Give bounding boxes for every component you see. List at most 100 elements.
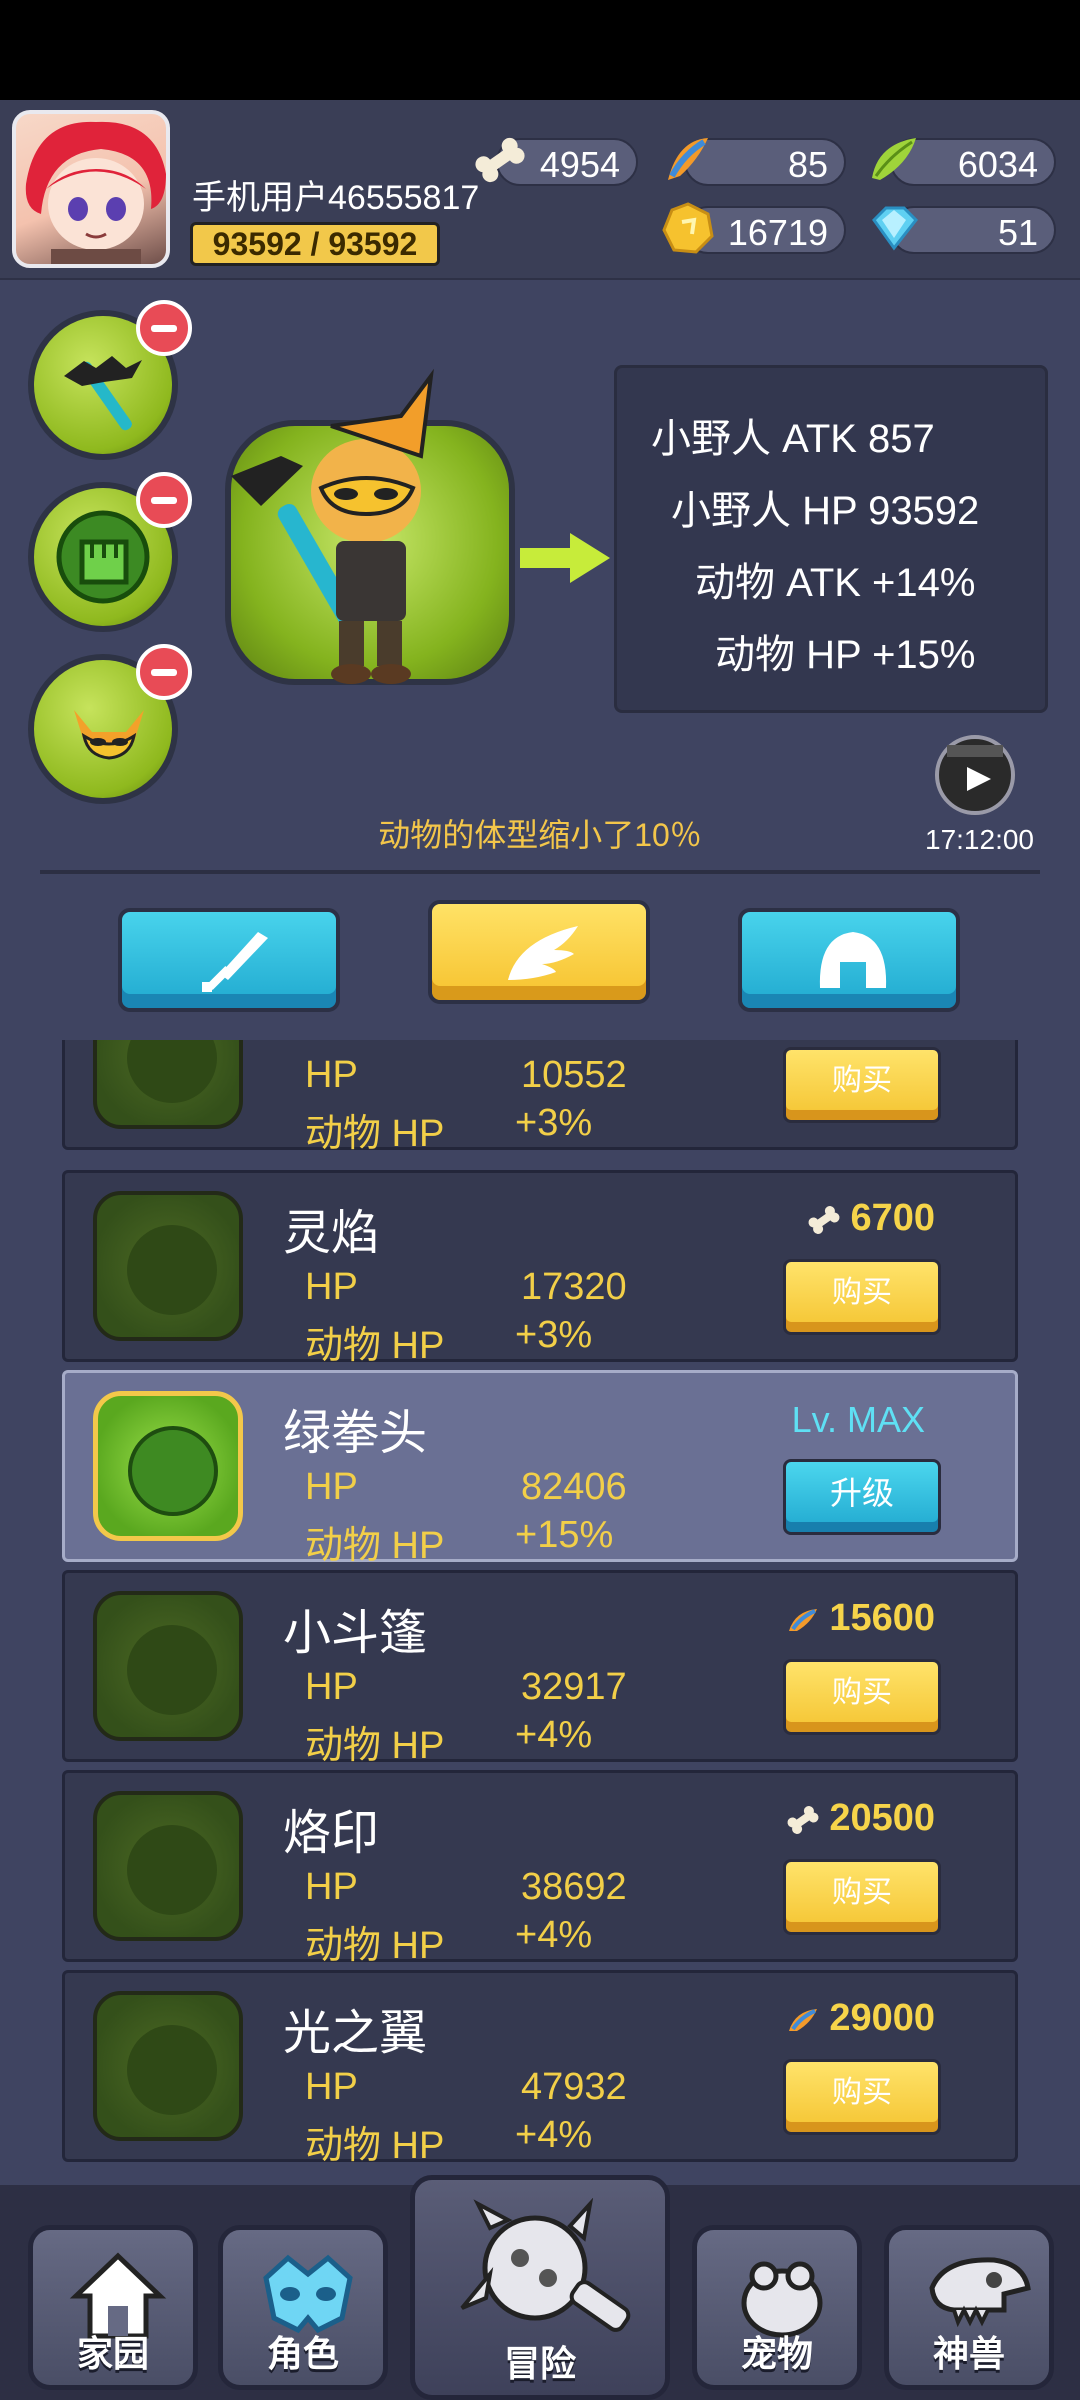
watch-ad-button[interactable] — [935, 735, 1015, 815]
diamond-resource: 51 — [872, 206, 1056, 254]
nav-home[interactable]: 家园 — [28, 2225, 198, 2390]
item-level: Lv. MAX — [791, 1399, 925, 1440]
item-hp-label: HP — [305, 1266, 358, 1308]
tab-wings[interactable] — [428, 900, 650, 1004]
list-item[interactable]: 光之翼 HP 47932 动物 HP +4% 29000 购买 — [62, 1970, 1018, 2165]
item-hp-value: 82406 — [521, 1466, 627, 1508]
item-price-value: 6700 — [850, 1197, 935, 1239]
item-hp-label: HP — [305, 1054, 358, 1096]
upgrade-button[interactable]: 升级 — [783, 1459, 941, 1535]
item-name: 小斗篷 — [283, 1607, 428, 1660]
item-name: 灵焰 — [283, 1207, 380, 1260]
green-feather-resource: 6034 — [872, 138, 1056, 186]
item-thumbnail — [93, 1591, 243, 1741]
hero-character-icon — [231, 368, 434, 684]
item-hp-value: 47932 — [521, 2066, 627, 2108]
nav-home-label: 家园 — [76, 2333, 149, 2374]
flame-silhouette-icon — [127, 1225, 217, 1315]
orange-feather-icon — [789, 2008, 818, 2031]
item-animal-hp-label: 动物 HP — [305, 1113, 445, 1155]
item-animal-hp-value: +4% — [515, 2114, 593, 2156]
item-hp-label: HP — [305, 1866, 358, 1908]
bone-value: 4954 — [539, 144, 620, 185]
item-animal-hp-value: +3% — [515, 1314, 593, 1356]
item-name: 绿拳头 — [283, 1407, 428, 1460]
nav-beasts-label: 神兽 — [932, 2333, 1005, 2374]
list-item-selected[interactable]: 绿拳头 HP 82406 动物 HP +15% Lv. MAX 升级 — [62, 1370, 1018, 1567]
brand-mark-silhouette-icon — [127, 1825, 217, 1915]
green-fist-icon — [128, 1426, 218, 1516]
item-animal-hp-value: +4% — [515, 1714, 593, 1756]
nav-pets-label: 宠物 — [740, 2333, 813, 2374]
helmet-icon — [819, 932, 887, 988]
wing-icon — [508, 926, 578, 980]
bone-icon — [475, 137, 525, 183]
nav-adventure-label: 冒险 — [503, 2343, 576, 2384]
orange-feather-value: 85 — [787, 144, 828, 185]
orange-feather-icon — [668, 138, 708, 180]
item-price: 20500 — [785, 1797, 935, 1840]
size-notice: 动物的体型缩小了10％ — [378, 817, 702, 853]
item-thumbnail — [93, 1391, 243, 1541]
divider — [40, 870, 1040, 874]
gold-value: 16719 — [727, 212, 828, 253]
item-hp-value: 17320 — [521, 1266, 627, 1308]
item-thumbnail — [93, 1191, 243, 1341]
list-item[interactable]: 烙印 HP 38692 动物 HP +4% 20500 购买 — [62, 1770, 1018, 1967]
tab-helmet[interactable] — [738, 908, 960, 1012]
nav-character-label: 角色 — [266, 2333, 339, 2374]
bone-icon — [808, 1205, 840, 1234]
arrow-right-icon — [520, 533, 610, 583]
hero-hp-stat: 小野人 HP 93592 — [671, 489, 980, 533]
item-animal-hp-value: +3% — [515, 1102, 593, 1144]
tab-weapon[interactable] — [118, 908, 340, 1012]
animal-atk-stat: 动物 ATK +14% — [695, 561, 976, 605]
list-item[interactable]: 小斗篷 HP 32917 动物 HP +4% 15600 购买 — [62, 1570, 1018, 1767]
item-hp-value: 38692 — [521, 1866, 627, 1908]
item-thumbnail — [93, 1991, 243, 2141]
buy-button[interactable]: 购买 — [783, 1259, 941, 1335]
cape-silhouette-icon — [127, 1625, 217, 1715]
locked-item-icon — [127, 1040, 217, 1103]
buy-button[interactable]: 购买 — [783, 1047, 941, 1123]
unequip-armor-button[interactable] — [136, 472, 192, 528]
item-animal-hp-label: 动物 HP — [305, 1325, 445, 1367]
animal-hp-stat: 动物 HP +15% — [715, 633, 976, 677]
item-price: 15600 — [785, 1597, 935, 1640]
equipment-list: HP 10552 动物 HP +3% 购买 灵焰 HP 17320 动物 HP … — [0, 1040, 1080, 2165]
wing-silhouette-icon — [127, 2025, 217, 2115]
item-hp-label: HP — [305, 1466, 358, 1508]
bone-icon — [787, 1805, 819, 1834]
item-hp-value: 10552 — [521, 1054, 627, 1096]
status-bar — [0, 0, 1080, 100]
item-hp-label: HP — [305, 1666, 358, 1708]
sword-icon — [202, 932, 268, 992]
list-item[interactable]: HP 10552 动物 HP +3% 购买 — [62, 1040, 1018, 1155]
item-price-value: 29000 — [829, 1997, 935, 2039]
equipped-slot-armor[interactable] — [28, 472, 192, 632]
equipped-slot-weapon[interactable] — [28, 300, 192, 460]
buy-button[interactable]: 购买 — [783, 2059, 941, 2135]
equipped-slot-accessory[interactable] — [28, 644, 192, 804]
item-animal-hp-value: +4% — [515, 1914, 593, 1956]
buy-button[interactable]: 购买 — [783, 1859, 941, 1935]
buy-button[interactable]: 购买 — [783, 1659, 941, 1735]
stats-panel: 小野人 ATK 857 小野人 HP 93592 动物 ATK +14% 动物 … — [614, 365, 1048, 713]
player-avatar[interactable] — [12, 110, 170, 268]
player-header: 手机用户46555817 93592 / 93592 4954 85 6034 … — [0, 100, 1080, 280]
item-hp-label: HP — [305, 2066, 358, 2108]
item-name: 烙印 — [283, 1807, 380, 1860]
green-feather-value: 6034 — [957, 144, 1038, 185]
item-animal-hp-label: 动物 HP — [305, 1725, 445, 1767]
item-animal-hp-label: 动物 HP — [305, 1525, 445, 1567]
item-hp-value: 32917 — [521, 1666, 627, 1708]
nav-beasts[interactable]: 神兽 — [884, 2225, 1054, 2390]
nav-pets[interactable]: 宠物 — [692, 2225, 862, 2390]
nav-adventure[interactable]: 冒险 — [410, 2175, 670, 2400]
nav-character[interactable]: 角色 — [218, 2225, 388, 2390]
list-item[interactable]: 灵焰 HP 17320 动物 HP +3% 6700 购买 — [62, 1170, 1018, 1367]
unequip-accessory-button[interactable] — [136, 644, 192, 700]
gold-resource: 16719 — [662, 202, 846, 254]
experience-bar: 93592 / 93592 — [190, 222, 440, 266]
unequip-weapon-button[interactable] — [136, 300, 192, 356]
